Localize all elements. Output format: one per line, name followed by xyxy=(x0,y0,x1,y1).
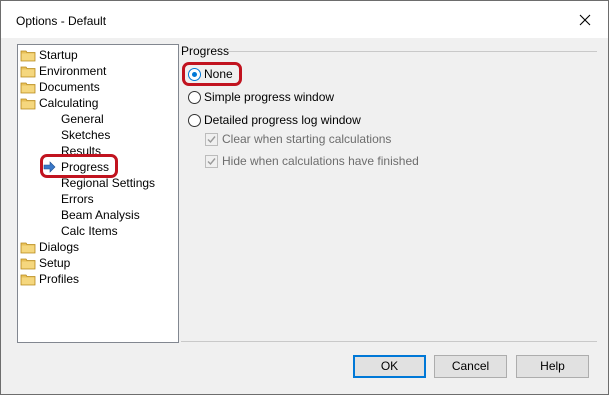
checkbox-label: Hide when calculations have finished xyxy=(222,154,419,168)
checkmark-icon xyxy=(207,135,216,143)
tree-item-label: Documents xyxy=(39,80,100,94)
close-icon xyxy=(579,14,591,25)
footer-divider xyxy=(181,341,597,342)
radio-button[interactable] xyxy=(188,113,201,127)
folder-icon xyxy=(20,79,36,95)
tree-item-label: Calc Items xyxy=(61,224,118,238)
tree-item-errors[interactable]: Errors xyxy=(61,191,94,207)
tree-item-beam-analysis[interactable]: Beam Analysis xyxy=(61,207,140,223)
checkbox-clear-when-starting[interactable]: Clear when starting calculations xyxy=(205,130,391,148)
folder-icon xyxy=(20,271,36,287)
group-title: Progress xyxy=(181,44,230,58)
tree-item-label: Sketches xyxy=(61,128,111,142)
tree-item-label: Setup xyxy=(39,256,71,270)
folder-icon xyxy=(20,239,36,255)
tree-item-startup[interactable]: Startup xyxy=(20,47,78,63)
checkbox-hide-when-finished[interactable]: Hide when calculations have finished xyxy=(205,152,419,170)
title-bar: Options - Default xyxy=(1,1,608,38)
tree-item-setup[interactable]: Setup xyxy=(20,255,70,271)
tree-item-label: Startup xyxy=(39,48,78,62)
tree-item-dialogs[interactable]: Dialogs xyxy=(20,239,79,255)
tree-item-label: Environment xyxy=(39,64,107,78)
radio-simple-progress-window[interactable]: Simple progress window xyxy=(188,88,334,106)
highlight-outline-progress xyxy=(40,154,118,178)
tree-item-general[interactable]: General xyxy=(61,111,104,127)
options-dialog: Options - Default Startup Environment Do… xyxy=(0,0,609,395)
tree-item-label: Calculating xyxy=(39,96,99,110)
tree-item-calculating[interactable]: Calculating xyxy=(20,95,98,111)
ok-button[interactable]: OK xyxy=(353,355,426,378)
folder-icon xyxy=(20,95,36,111)
tree-item-profiles[interactable]: Profiles xyxy=(20,271,79,287)
checkbox-label: Clear when starting calculations xyxy=(222,132,392,146)
tree-item-label: Profiles xyxy=(39,272,80,286)
tree-item-environment[interactable]: Environment xyxy=(20,63,106,79)
help-button[interactable]: Help xyxy=(516,355,589,378)
checkbox-disabled-checked[interactable] xyxy=(205,132,218,146)
options-tree[interactable]: Startup Environment Documents Calculatin… xyxy=(17,44,179,343)
group-divider xyxy=(227,51,597,52)
radio-label: Simple progress window xyxy=(204,90,335,104)
close-button[interactable] xyxy=(562,1,608,38)
checkmark-icon xyxy=(207,157,216,165)
tree-item-documents[interactable]: Documents xyxy=(20,79,100,95)
folder-icon xyxy=(20,47,36,63)
radio-button[interactable] xyxy=(188,90,201,104)
folder-icon xyxy=(20,255,36,271)
window-title: Options - Default xyxy=(16,14,107,28)
cancel-button[interactable]: Cancel xyxy=(434,355,507,378)
radio-label: Detailed progress log window xyxy=(204,113,361,127)
tree-item-sketches[interactable]: Sketches xyxy=(61,127,110,143)
tree-item-calc-items[interactable]: Calc Items xyxy=(61,223,118,239)
checkbox-disabled-checked[interactable] xyxy=(205,154,218,168)
tree-item-label: Dialogs xyxy=(39,240,80,254)
tree-item-label: General xyxy=(61,112,104,126)
tree-item-label: Errors xyxy=(61,192,94,206)
highlight-outline-none xyxy=(182,62,242,86)
radio-detailed-progress-log-window[interactable]: Detailed progress log window xyxy=(188,111,361,129)
folder-icon xyxy=(20,63,36,79)
tree-item-label: Beam Analysis xyxy=(61,208,140,222)
